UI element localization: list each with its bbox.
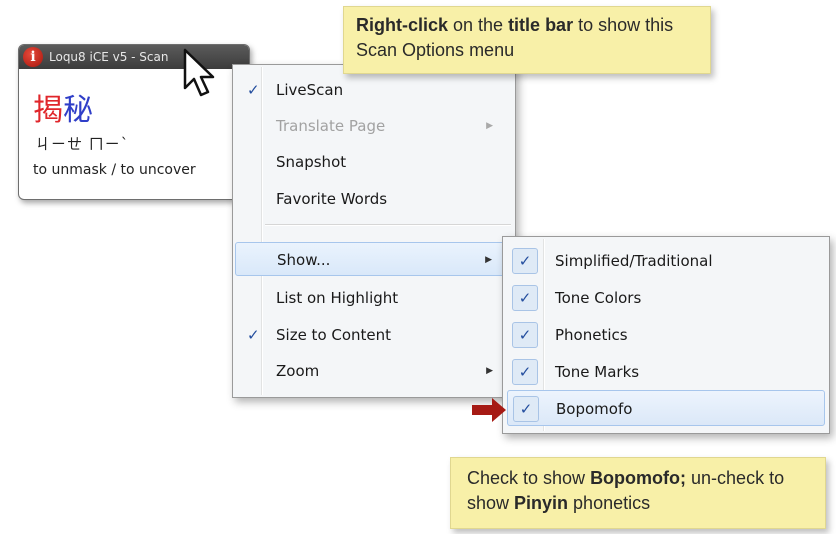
hanzi-word: 揭秘	[33, 93, 93, 129]
menu-item-label: Show...	[277, 251, 331, 269]
menu-item-favorite-words[interactable]: Favorite Words	[235, 182, 511, 216]
menu-item-label: Translate Page	[276, 117, 386, 135]
check-icon: ✓	[512, 248, 538, 274]
bopomofo-text: ㄐㄧㄝ ㄇㄧˋ	[35, 135, 130, 153]
menu-separator	[265, 224, 511, 226]
menu-item-label: Snapshot	[276, 153, 347, 171]
definition-text: to unmask / to uncover	[33, 162, 196, 178]
submenu-arrow-icon: ▶	[485, 255, 492, 265]
menu-item-livescan[interactable]: ✓ LiveScan	[235, 73, 511, 107]
submenu-arrow-icon: ▶	[486, 121, 493, 131]
submenu-item-bopomofo[interactable]: ✓ Bopomofo	[507, 390, 825, 426]
submenu-item-tone-colors[interactable]: ✓ Tone Colors	[507, 280, 825, 316]
check-icon: ✓	[247, 326, 260, 344]
submenu-item-label: Tone Marks	[555, 363, 640, 381]
callout-bold-title-bar: title bar	[508, 15, 574, 35]
submenu-item-label: Phonetics	[555, 326, 628, 344]
scan-options-menu: ✓ LiveScan Translate Page ▶ Snapshot Fav…	[232, 64, 516, 398]
hanzi-char-2: 秘	[63, 93, 93, 128]
callout-bopomofo-hint: Check to show Bopomofo; un-check to show…	[450, 457, 826, 529]
check-icon: ✓	[512, 359, 538, 385]
submenu-item-label: Simplified/Traditional	[555, 252, 713, 270]
menu-item-label: List on Highlight	[276, 289, 399, 307]
callout-text: Check to show	[467, 468, 591, 488]
submenu-item-label: Tone Colors	[555, 289, 642, 307]
callout-bold-right-click: Right-click	[356, 15, 449, 35]
info-icon[interactable]: i	[23, 47, 43, 67]
window-title: Loqu8 iCE v5 - Scan	[49, 50, 169, 64]
menu-item-label: LiveScan	[276, 81, 344, 99]
menu-item-label: Size to Content	[276, 326, 392, 344]
menu-item-label: Zoom	[276, 362, 320, 380]
submenu-item-simplified-traditional[interactable]: ✓ Simplified/Traditional	[507, 243, 825, 279]
submenu-item-tone-marks[interactable]: ✓ Tone Marks	[507, 354, 825, 390]
menu-item-size-to-content[interactable]: ✓ Size to Content	[235, 318, 511, 352]
submenu-arrow-icon: ▶	[486, 366, 493, 376]
submenu-item-label: Bopomofo	[556, 400, 633, 418]
check-icon: ✓	[512, 285, 538, 311]
hanzi-char-1: 揭	[33, 93, 63, 128]
show-submenu: ✓ Simplified/Traditional ✓ Tone Colors ✓…	[502, 236, 830, 434]
red-arrow-icon	[472, 398, 506, 422]
menu-item-snapshot[interactable]: Snapshot	[235, 145, 511, 179]
callout-right-click-hint: Right-click on the title bar to show thi…	[343, 6, 711, 74]
menu-item-list-on-highlight[interactable]: List on Highlight	[235, 281, 511, 315]
callout-bold-bopomofo: Bopomofo;	[590, 468, 687, 488]
callout-bold-pinyin: Pinyin	[514, 493, 569, 513]
menu-item-zoom[interactable]: Zoom ▶	[235, 354, 511, 388]
check-icon: ✓	[247, 81, 260, 99]
mouse-cursor-icon	[183, 48, 215, 97]
check-icon: ✓	[512, 322, 538, 348]
callout-text: on the	[448, 15, 509, 35]
callout-text: phonetics	[568, 493, 651, 513]
submenu-item-phonetics[interactable]: ✓ Phonetics	[507, 317, 825, 353]
menu-item-label: Favorite Words	[276, 190, 388, 208]
menu-item-translate-page: Translate Page ▶	[235, 109, 511, 143]
check-icon: ✓	[513, 396, 539, 422]
menu-item-show[interactable]: Show... ▶	[235, 242, 511, 276]
